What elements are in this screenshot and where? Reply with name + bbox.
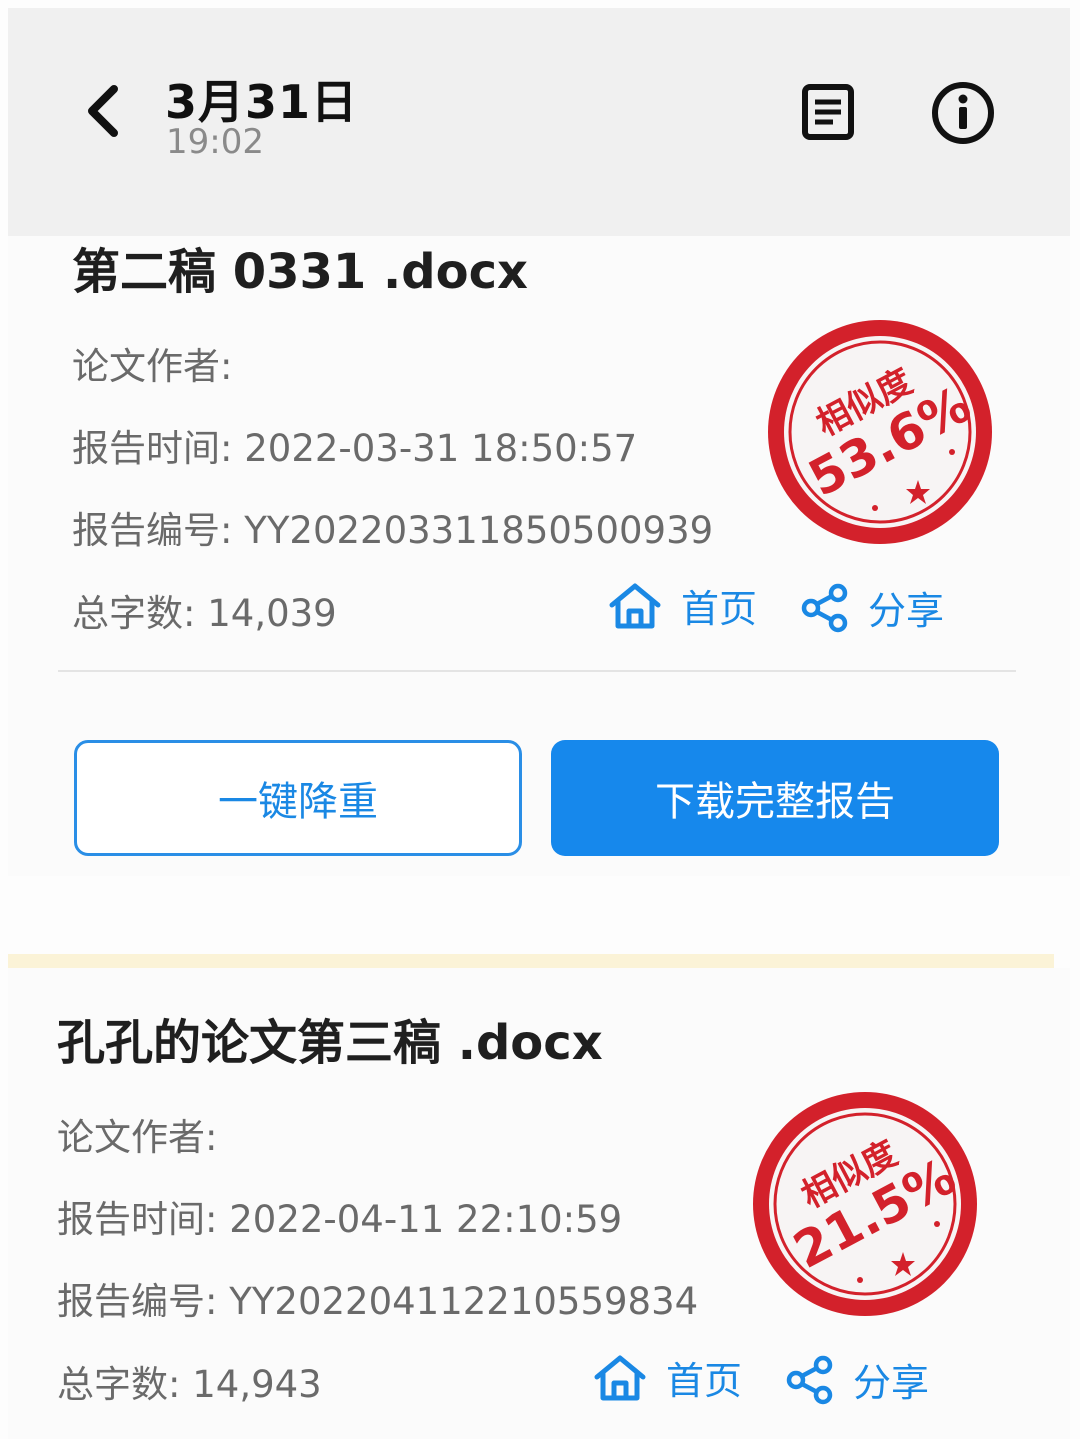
- divider: [58, 670, 1016, 672]
- page-subtitle-time: 19:02: [166, 122, 264, 162]
- file-name: 孔孔的论文第三稿 .docx: [57, 1015, 603, 1071]
- info-icon: [932, 82, 994, 144]
- home-link-label: 首页: [666, 1359, 743, 1403]
- word-count: 总字数: 14,943: [57, 1354, 322, 1408]
- word-count-value: 14,943: [192, 1363, 322, 1406]
- reduce-duplication-button[interactable]: 一键降重: [74, 740, 522, 856]
- similarity-stamp: 相似度 53.6%: [768, 320, 992, 544]
- report-id: 报告编号: YY202204112210559834: [57, 1271, 698, 1325]
- home-link[interactable]: 首页: [607, 578, 757, 633]
- home-icon: [609, 583, 661, 628]
- home-icon: [594, 1355, 646, 1400]
- home-link-label: 首页: [681, 587, 758, 631]
- document-button[interactable]: [798, 80, 858, 144]
- word-count-label: 总字数:: [57, 1363, 181, 1406]
- report-time: 报告时间: 2022-04-11 22:10:59: [57, 1189, 622, 1243]
- report-time: 报告时间: 2022-03-31 18:50:57: [72, 418, 637, 472]
- report-time-label: 报告时间:: [72, 427, 233, 470]
- report-time-value: 2022-04-11 22:10:59: [229, 1198, 623, 1241]
- share-icon: [786, 1355, 833, 1404]
- section-separator: [8, 954, 1054, 968]
- report-id-value: YY202204112210559834: [229, 1280, 699, 1323]
- file-name: 第二稿 0331 .docx: [72, 244, 529, 300]
- similarity-stamp: 相似度 21.5%: [753, 1092, 977, 1316]
- share-icon: [801, 583, 848, 632]
- report-id-label: 报告编号:: [57, 1280, 218, 1323]
- chevron-left-icon: [88, 85, 118, 137]
- word-count: 总字数: 14,039: [72, 583, 337, 637]
- share-link-label: 分享: [868, 589, 945, 633]
- share-link[interactable]: 分享: [800, 580, 944, 635]
- report-id-label: 报告编号:: [72, 509, 233, 552]
- document-icon: [802, 84, 854, 140]
- report-id: 报告编号: YY202203311850500939: [72, 500, 713, 554]
- share-link-label: 分享: [853, 1361, 930, 1405]
- back-button[interactable]: [72, 78, 132, 144]
- report-time-value: 2022-03-31 18:50:57: [244, 427, 638, 470]
- download-report-button[interactable]: 下载完整报告: [551, 740, 999, 856]
- word-count-label: 总字数:: [72, 592, 196, 635]
- home-link[interactable]: 首页: [592, 1350, 742, 1405]
- report-time-label: 报告时间:: [57, 1198, 218, 1241]
- info-button[interactable]: [928, 80, 998, 146]
- report-id-value: YY202203311850500939: [244, 509, 714, 552]
- word-count-value: 14,039: [207, 592, 337, 635]
- author-label: 论文作者:: [57, 1116, 218, 1159]
- author-label: 论文作者:: [72, 345, 233, 388]
- share-link[interactable]: 分享: [785, 1352, 929, 1407]
